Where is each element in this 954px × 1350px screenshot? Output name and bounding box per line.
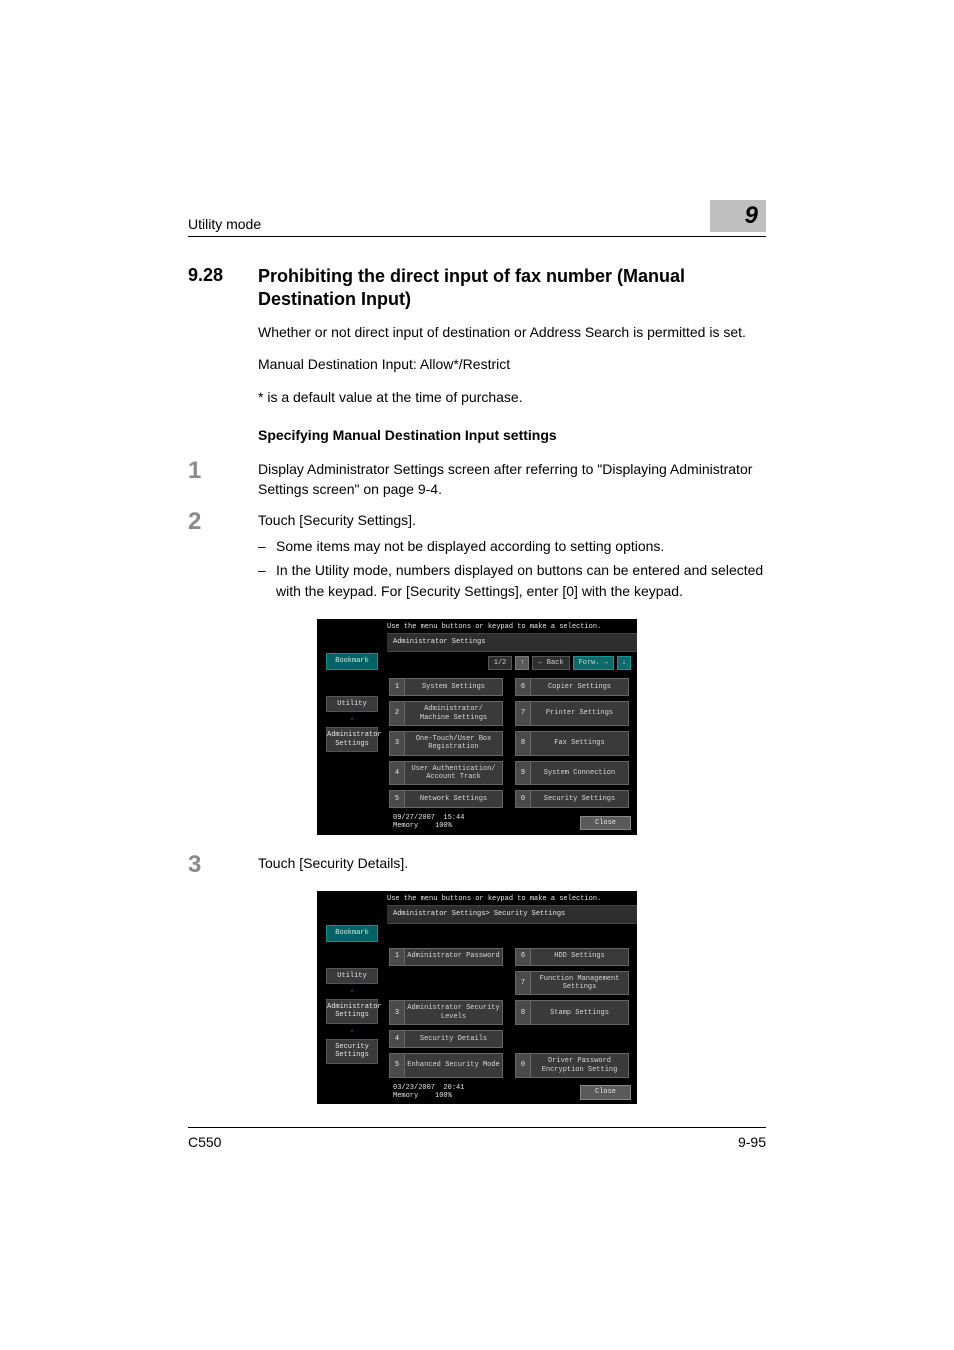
- screen-prompt: Use the menu buttons or keypad to make a…: [317, 619, 637, 633]
- option-admin-security-levels[interactable]: 3Administrator Security Levels: [389, 1000, 503, 1025]
- section-title: Prohibiting the direct input of fax numb…: [258, 265, 766, 310]
- intro-para-2: Manual Destination Input: Allow*/Restric…: [258, 354, 766, 374]
- option-enhanced-security[interactable]: 5Enhanced Security Mode: [389, 1053, 503, 1078]
- option-copier-settings[interactable]: 6Copier Settings: [515, 678, 629, 696]
- page-down-button[interactable]: ↓: [617, 656, 631, 670]
- option-stamp-settings[interactable]: 8Stamp Settings: [515, 1000, 629, 1025]
- option-system-connection[interactable]: 9System Connection: [515, 761, 629, 786]
- step-1: 1 Display Administrator Settings screen …: [188, 459, 766, 500]
- footer-page: 9-95: [738, 1134, 766, 1150]
- step-text: Display Administrator Settings screen af…: [258, 461, 752, 497]
- screen-datetime: 03/23/2007 20:41 Memory 100%: [393, 1085, 464, 1100]
- option-grid: 1Administrator Password 6HDD Settings 7F…: [387, 944, 637, 1082]
- option-security-details[interactable]: 4Security Details: [389, 1030, 503, 1048]
- header-section: Utility mode: [188, 216, 261, 232]
- pager: 1/2 ↑ ← Back Forw. → ↓: [387, 652, 637, 674]
- step-notes: Some items may not be displayed accordin…: [258, 536, 766, 601]
- step-number: 3: [188, 853, 258, 877]
- option-function-management[interactable]: 7Function Management Settings: [515, 971, 629, 996]
- option-onetouch-userbox[interactable]: 3One-Touch/User Box Registration: [389, 731, 503, 756]
- chapter-number-badge: 9: [710, 200, 766, 232]
- bookmark-tab[interactable]: Bookmark: [326, 925, 378, 941]
- step-note: In the Utility mode, numbers displayed o…: [276, 560, 766, 601]
- screen-sidebar: Bookmark Utility ↓ Administrator Setting…: [317, 905, 387, 1104]
- step-note: Some items may not be displayed accordin…: [276, 536, 766, 556]
- chevron-down-icon: ↓: [350, 716, 354, 723]
- close-button[interactable]: Close: [580, 1085, 631, 1099]
- option-grid: 1System Settings 6Copier Settings 2Admin…: [387, 674, 637, 812]
- step-text: Touch [Security Details].: [258, 855, 408, 871]
- chevron-down-icon: ↓: [350, 988, 354, 995]
- page-indicator: 1/2: [488, 656, 513, 670]
- option-security-settings[interactable]: 0Security Settings: [515, 790, 629, 808]
- sidebar-item-security-settings[interactable]: Security Settings: [326, 1039, 378, 1064]
- intro-para-3: * is a default value at the time of purc…: [258, 387, 766, 407]
- sidebar-item-utility[interactable]: Utility: [326, 968, 378, 984]
- sidebar-item-utility[interactable]: Utility: [326, 696, 378, 712]
- option-admin-machine[interactable]: 2Administrator/ Machine Settings: [389, 701, 503, 726]
- back-button[interactable]: ← Back: [532, 656, 569, 670]
- option-printer-settings[interactable]: 7Printer Settings: [515, 701, 629, 726]
- breadcrumb: Administrator Settings: [387, 633, 637, 651]
- option-fax-settings[interactable]: 8Fax Settings: [515, 731, 629, 756]
- step-text: Touch [Security Settings].: [258, 512, 416, 528]
- breadcrumb: Administrator Settings> Security Setting…: [387, 905, 637, 923]
- option-hdd-settings[interactable]: 6HDD Settings: [515, 948, 629, 966]
- step-2: 2 Touch [Security Settings]. Some items …: [188, 510, 766, 605]
- subheading: Specifying Manual Destination Input sett…: [258, 425, 766, 445]
- section-heading: 9.28 Prohibiting the direct input of fax…: [188, 265, 766, 310]
- page-up-button[interactable]: ↑: [515, 656, 529, 670]
- option-system-settings[interactable]: 1System Settings: [389, 678, 503, 696]
- footer-model: C550: [188, 1134, 221, 1150]
- bookmark-tab[interactable]: Bookmark: [326, 653, 378, 669]
- screen-datetime: 09/27/2007 15:44 Memory 100%: [393, 815, 464, 830]
- chevron-down-icon: ↓: [350, 1028, 354, 1035]
- forward-button[interactable]: Forw. →: [573, 656, 614, 670]
- option-admin-password[interactable]: 1Administrator Password: [389, 948, 503, 966]
- step-number: 2: [188, 510, 258, 534]
- screen-sidebar: Bookmark Utility ↓ Administrator Setting…: [317, 633, 387, 835]
- section-number: 9.28: [188, 265, 258, 286]
- sidebar-item-admin-settings[interactable]: Administrator Settings: [326, 727, 378, 752]
- screen-prompt: Use the menu buttons or keypad to make a…: [317, 891, 637, 905]
- touch-screen-admin-settings: Use the menu buttons or keypad to make a…: [317, 619, 637, 835]
- close-button[interactable]: Close: [580, 816, 631, 830]
- option-user-auth[interactable]: 4User Authentication/ Account Track: [389, 761, 503, 786]
- option-network-settings[interactable]: 5Network Settings: [389, 790, 503, 808]
- step-number: 1: [188, 459, 258, 483]
- running-header: Utility mode 9: [188, 200, 766, 237]
- page-footer: C550 9-95: [188, 1127, 766, 1150]
- intro-para-1: Whether or not direct input of destinati…: [258, 322, 766, 342]
- step-3: 3 Touch [Security Details].: [188, 853, 766, 877]
- touch-screen-security-settings: Use the menu buttons or keypad to make a…: [317, 891, 637, 1105]
- option-driver-password-encryption[interactable]: 0Driver Password Encryption Setting: [515, 1053, 629, 1078]
- sidebar-item-admin-settings[interactable]: Administrator Settings: [326, 999, 378, 1024]
